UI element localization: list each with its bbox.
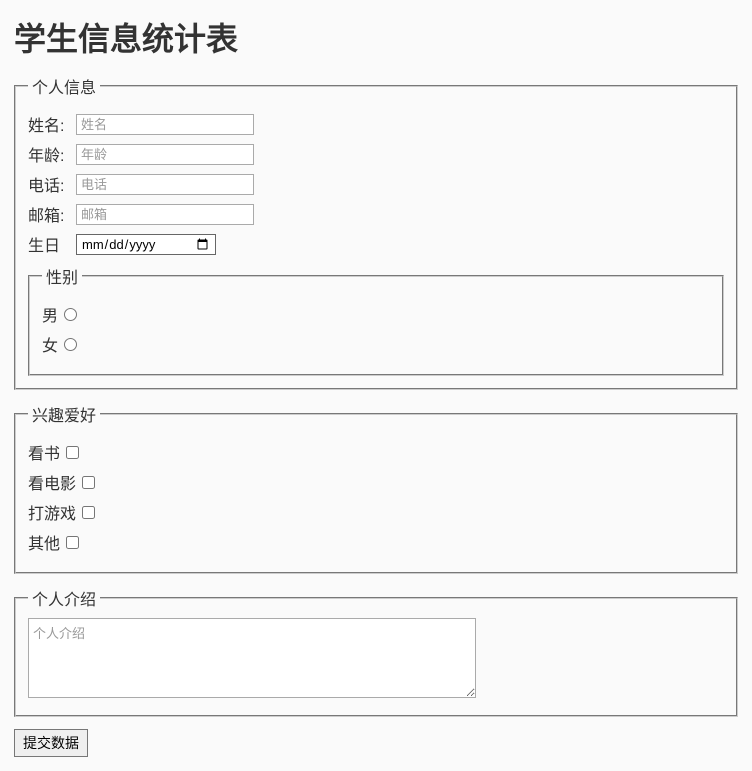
hobby-movies-checkbox[interactable] — [82, 476, 95, 489]
name-label: 姓名: — [28, 112, 76, 136]
page-title: 学生信息统计表 — [14, 14, 738, 60]
hobby-gaming-checkbox[interactable] — [82, 506, 95, 519]
student-form: 个人信息 姓名: 年龄: 电话: 邮箱: 生日 性别 男 — [14, 74, 738, 757]
submit-button[interactable]: 提交数据 — [14, 729, 88, 757]
hobby-legend: 兴趣爱好 — [28, 402, 100, 426]
phone-label: 电话: — [28, 172, 76, 196]
email-label: 邮箱: — [28, 202, 76, 226]
phone-input[interactable] — [76, 174, 254, 195]
gender-legend: 性别 — [42, 264, 82, 288]
email-input[interactable] — [76, 204, 254, 225]
intro-textarea[interactable] — [28, 618, 476, 698]
intro-legend: 个人介绍 — [28, 586, 100, 610]
birthday-input[interactable] — [76, 234, 216, 255]
hobby-other-checkbox[interactable] — [66, 536, 79, 549]
gender-female-radio[interactable] — [64, 338, 77, 351]
gender-male-label: 男 — [42, 302, 58, 326]
hobby-other-label: 其他 — [28, 530, 60, 554]
hobby-fieldset: 兴趣爱好 看书 看电影 打游戏 其他 — [14, 402, 738, 574]
name-input[interactable] — [76, 114, 254, 135]
personal-fieldset: 个人信息 姓名: 年龄: 电话: 邮箱: 生日 性别 男 — [14, 74, 738, 390]
hobby-reading-label: 看书 — [28, 440, 60, 464]
age-input[interactable] — [76, 144, 254, 165]
gender-female-label: 女 — [42, 332, 58, 356]
intro-fieldset: 个人介绍 — [14, 586, 738, 717]
gender-male-radio[interactable] — [64, 308, 77, 321]
gender-fieldset: 性别 男 女 — [28, 264, 724, 376]
hobby-reading-checkbox[interactable] — [66, 446, 79, 459]
hobby-gaming-label: 打游戏 — [28, 500, 76, 524]
birthday-label: 生日 — [28, 232, 76, 256]
hobby-movies-label: 看电影 — [28, 470, 76, 494]
personal-legend: 个人信息 — [28, 74, 100, 98]
age-label: 年龄: — [28, 142, 76, 166]
